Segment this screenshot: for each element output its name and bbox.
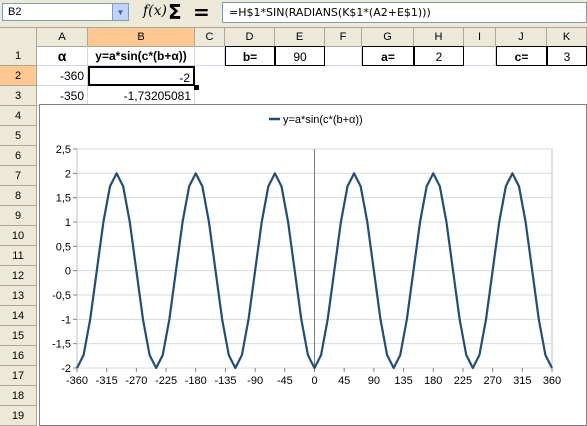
y-tick-label: 1,5: [56, 193, 71, 205]
chart[interactable]: 2,5 2 1,5 1 0,5 0 -0,5 -1 -1,5 -2 -360 -315 -270 -225…: [39, 104, 587, 426]
cell-b3[interactable]: -1,73205081: [88, 86, 195, 106]
y-tick-label: 2,5: [56, 144, 71, 156]
cell-b1[interactable]: y=a*sin(c*(b+α)): [88, 46, 195, 66]
column-header-g[interactable]: G: [362, 28, 414, 46]
cell-f1[interactable]: [325, 46, 362, 66]
cell-k1[interactable]: 3: [547, 46, 587, 66]
x-tick-label: 90: [368, 375, 380, 387]
y-tick-label: 0,5: [56, 241, 71, 253]
column-header-h[interactable]: H: [414, 28, 464, 46]
column-header-k[interactable]: K: [547, 28, 587, 46]
row-header[interactable]: 18: [0, 386, 37, 406]
row-header[interactable]: 8: [0, 186, 37, 206]
x-tick-label: 135: [394, 375, 412, 387]
row-header[interactable]: 5: [0, 126, 37, 146]
x-tick-label: -135: [214, 375, 236, 387]
row-header[interactable]: 6: [0, 146, 37, 166]
x-tick-label: 270: [483, 375, 501, 387]
column-headers: A B C D E F G H I J K: [0, 28, 587, 47]
cell-a3[interactable]: -350: [37, 86, 88, 106]
cell-g1[interactable]: a=: [362, 46, 414, 66]
x-tick-label: 360: [543, 375, 561, 387]
row-headers: 1 2 3 4 5 6 7 8 9 10 11 12 13 14 15 16 1…: [0, 46, 37, 426]
fill-handle[interactable]: [194, 85, 199, 90]
column-header-f[interactable]: F: [325, 28, 362, 46]
chart-svg: 2,5 2 1,5 1 0,5 0 -0,5 -1 -1,5 -2-360 -315 -270 -225…: [52, 114, 561, 387]
y-tick-label: -1: [61, 314, 71, 326]
x-tick-label: 180: [424, 375, 442, 387]
row-header[interactable]: 1: [0, 46, 37, 66]
x-tick-label: -360: [66, 375, 88, 387]
y-tick-label: -0,5: [52, 290, 71, 302]
row-header[interactable]: 13: [0, 286, 37, 306]
row-header[interactable]: 7: [0, 166, 37, 186]
formula-input[interactable]: =H$1*SIN(RADIANS(K$1*(A2+E$1))): [222, 2, 587, 23]
name-box-value: B2: [8, 6, 22, 18]
x-tick-label: -180: [185, 375, 207, 387]
cell-a1[interactable]: α: [37, 46, 88, 66]
cell-c1[interactable]: [195, 46, 225, 66]
column-header-j[interactable]: J: [496, 28, 547, 46]
legend-label: y=a*sin(c*(b+α)): [283, 114, 363, 126]
column-header-a[interactable]: A: [37, 28, 88, 46]
column-header-e[interactable]: E: [275, 28, 325, 46]
cell-b2[interactable]: -2: [88, 66, 195, 86]
chevron-down-icon[interactable]: ▼: [112, 4, 128, 20]
y-tick-label: 0: [65, 266, 71, 278]
x-tick-label: -90: [247, 375, 263, 387]
row-header[interactable]: 3: [0, 86, 37, 106]
row-header[interactable]: 19: [0, 406, 37, 426]
x-tick-label: -315: [96, 375, 118, 387]
x-tick-label: -270: [125, 375, 147, 387]
row-header[interactable]: 14: [0, 306, 37, 326]
x-tick-label: -45: [277, 375, 293, 387]
y-tick-label: -1,5: [52, 339, 71, 351]
x-tick-label: 315: [513, 375, 531, 387]
cell-j1[interactable]: c=: [496, 46, 547, 66]
cell-a2[interactable]: -360: [37, 66, 88, 86]
cell-e1[interactable]: 90: [275, 46, 325, 66]
row-header[interactable]: 2: [0, 66, 37, 86]
name-box[interactable]: B2 ▼: [2, 3, 129, 21]
y-tick-label: 1: [65, 217, 71, 229]
row-header[interactable]: 11: [0, 246, 37, 266]
function-button[interactable]: =: [193, 0, 210, 24]
select-all-corner[interactable]: [0, 28, 37, 46]
formula-bar: B2 ▼ f(x) Σ = =H$1*SIN(RADIANS(K$1*(A2+E…: [0, 0, 587, 28]
x-tick-label: 225: [454, 375, 472, 387]
sum-button[interactable]: Σ: [168, 0, 182, 24]
row-header[interactable]: 12: [0, 266, 37, 286]
y-tick-label: 2: [65, 168, 71, 180]
x-tick-label: 45: [338, 375, 350, 387]
column-header-b[interactable]: B: [88, 28, 195, 46]
row-header[interactable]: 16: [0, 346, 37, 366]
formula-text: =H$1*SIN(RADIANS(K$1*(A2+E$1))): [229, 6, 431, 19]
cell-h1[interactable]: 2: [414, 46, 464, 66]
function-wizard-button[interactable]: f(x): [143, 3, 167, 19]
column-header-i[interactable]: I: [464, 28, 496, 46]
cell-d1[interactable]: b=: [225, 46, 275, 66]
column-header-c[interactable]: C: [195, 28, 225, 46]
column-header-d[interactable]: D: [225, 28, 275, 46]
x-tick-label: 0: [311, 375, 317, 387]
y-tick-label: -2: [61, 363, 71, 375]
cell-i1[interactable]: [464, 46, 496, 66]
row-header[interactable]: 15: [0, 326, 37, 346]
row-header[interactable]: 9: [0, 206, 37, 226]
row-header[interactable]: 10: [0, 226, 37, 246]
row-header[interactable]: 17: [0, 366, 37, 386]
row-header[interactable]: 4: [0, 106, 37, 126]
x-tick-label: -225: [155, 375, 177, 387]
